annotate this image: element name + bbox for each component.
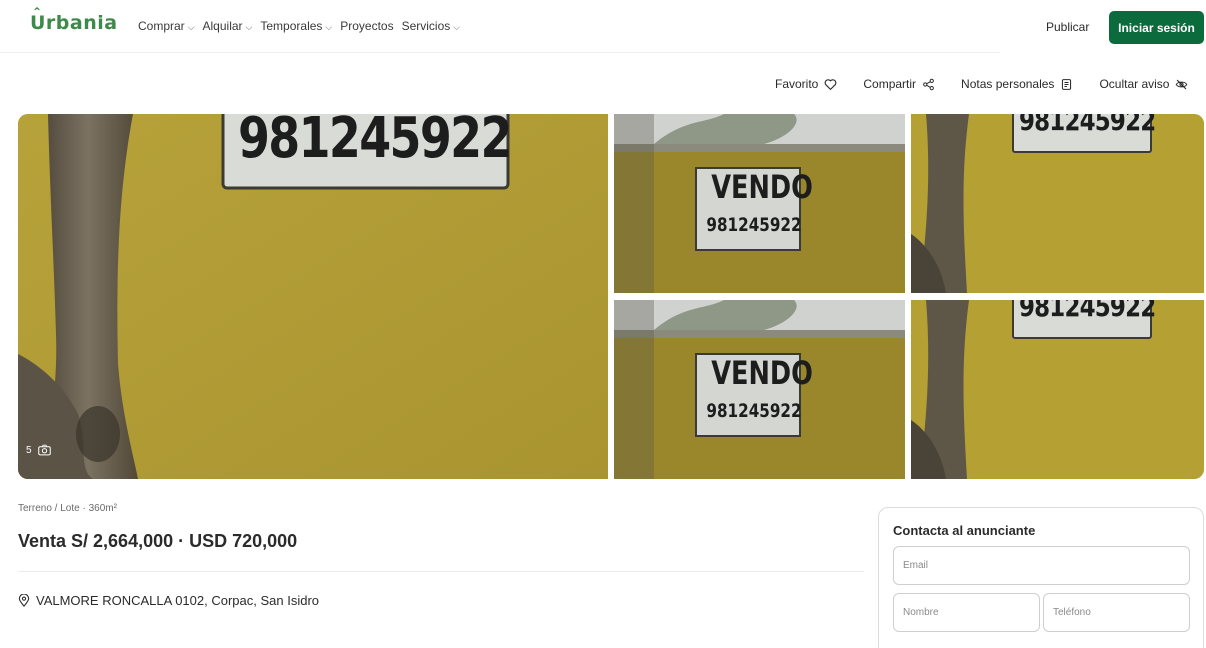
camera-icon bbox=[37, 444, 51, 456]
location-pin-icon bbox=[18, 594, 30, 607]
phone-field[interactable] bbox=[1043, 593, 1190, 632]
contact-panel: Contacta al anunciante bbox=[878, 507, 1204, 648]
contact-title: Contacta al anunciante bbox=[893, 523, 1036, 538]
nav-temporales[interactable]: Temporales ⌵ bbox=[260, 19, 332, 33]
thumb-photo-4-image bbox=[911, 300, 1204, 479]
chevron-down-icon: ⌵ bbox=[245, 21, 253, 32]
favorite-label: Favorito bbox=[775, 77, 819, 91]
property-type: Terreno / Lote · 360m² bbox=[18, 503, 117, 514]
thumb-photo-2[interactable]: 981245922 bbox=[911, 114, 1204, 293]
note-icon bbox=[1062, 78, 1072, 90]
hide-listing-button[interactable]: Ocultar aviso bbox=[1099, 77, 1188, 91]
favorite-button[interactable]: Favorito bbox=[775, 77, 837, 91]
urbania-logo[interactable]: ⌃ Urbania bbox=[30, 5, 118, 34]
nav-proyectos-label: Proyectos bbox=[340, 19, 394, 33]
main-photo[interactable]: 981245922 bbox=[18, 114, 608, 479]
heart-icon bbox=[825, 78, 837, 90]
chevron-down-icon: ⌵ bbox=[187, 21, 195, 32]
name-field[interactable] bbox=[893, 593, 1040, 632]
address-text: VALMORE RONCALLA 0102, Corpac, San Isidr… bbox=[36, 593, 319, 608]
thumb-photo-1[interactable]: VENDO 981245922 bbox=[614, 114, 905, 293]
sign-phone-text: 981245922 bbox=[1019, 300, 1156, 323]
listing-actions: Favorito Compartir Notas personales Ocul… bbox=[775, 77, 1188, 91]
section-divider bbox=[18, 571, 864, 572]
nav-comprar[interactable]: Comprar ⌵ bbox=[138, 19, 195, 33]
sign-phone-text: 981245922 bbox=[238, 114, 512, 171]
sign-phone-text: 981245922 bbox=[706, 400, 802, 422]
nav-servicios-label: Servicios bbox=[401, 19, 451, 33]
photo-gallery: 981245922 VENDO 981245922 981245922 VEND… bbox=[18, 114, 1204, 479]
publish-link[interactable]: Publicar bbox=[1046, 20, 1089, 34]
nav-servicios[interactable]: Servicios ⌵ bbox=[402, 19, 461, 33]
share-button[interactable]: Compartir bbox=[863, 77, 935, 91]
share-icon bbox=[923, 78, 934, 90]
thumb-photo-3[interactable]: VENDO 981245922 bbox=[614, 300, 905, 479]
chevron-down-icon: ⌵ bbox=[453, 21, 461, 32]
share-label: Compartir bbox=[863, 77, 917, 91]
sign-phone-text: 981245922 bbox=[1019, 114, 1156, 137]
email-field[interactable] bbox=[893, 546, 1190, 585]
sign-phone-text: 981245922 bbox=[706, 214, 802, 236]
logo-text: Urbania bbox=[30, 12, 118, 34]
login-button[interactable]: Iniciar sesión bbox=[1109, 11, 1204, 44]
nav-alquilar[interactable]: Alquilar ⌵ bbox=[203, 19, 253, 33]
notes-button[interactable]: Notas personales bbox=[961, 77, 1073, 91]
thumb-photo-2-image bbox=[911, 114, 1204, 293]
eye-off-icon bbox=[1176, 79, 1188, 89]
site-header: ⌃ Urbania Comprar ⌵ Alquilar ⌵ Temporales ⌵… bbox=[0, 0, 1206, 54]
sign-vendo-text: VENDO bbox=[711, 354, 813, 392]
nav-alquilar-label: Alquilar bbox=[202, 19, 243, 33]
sign-vendo-text: VENDO bbox=[711, 168, 813, 206]
chevron-down-icon: ⌵ bbox=[325, 21, 333, 32]
nav-comprar-label: Comprar bbox=[138, 19, 185, 33]
notes-label: Notas personales bbox=[961, 77, 1055, 91]
nav-temporales-label: Temporales bbox=[260, 19, 323, 33]
nav-proyectos[interactable]: Proyectos bbox=[340, 19, 393, 33]
hide-listing-label: Ocultar aviso bbox=[1099, 77, 1170, 91]
logo-roof-icon: ⌃ bbox=[32, 5, 43, 19]
header-divider bbox=[0, 52, 1000, 53]
main-nav: Comprar ⌵ Alquilar ⌵ Temporales ⌵ Proyectos… bbox=[138, 19, 460, 33]
photo-count-badge[interactable]: 5 bbox=[26, 444, 51, 456]
listing-price: Venta S/ 2,664,000 · USD 720,000 bbox=[18, 531, 298, 551]
thumb-photo-4[interactable]: 981245922 bbox=[911, 300, 1204, 479]
photo-count-number: 5 bbox=[26, 444, 32, 456]
listing-address: VALMORE RONCALLA 0102, Corpac, San Isidr… bbox=[18, 593, 319, 608]
